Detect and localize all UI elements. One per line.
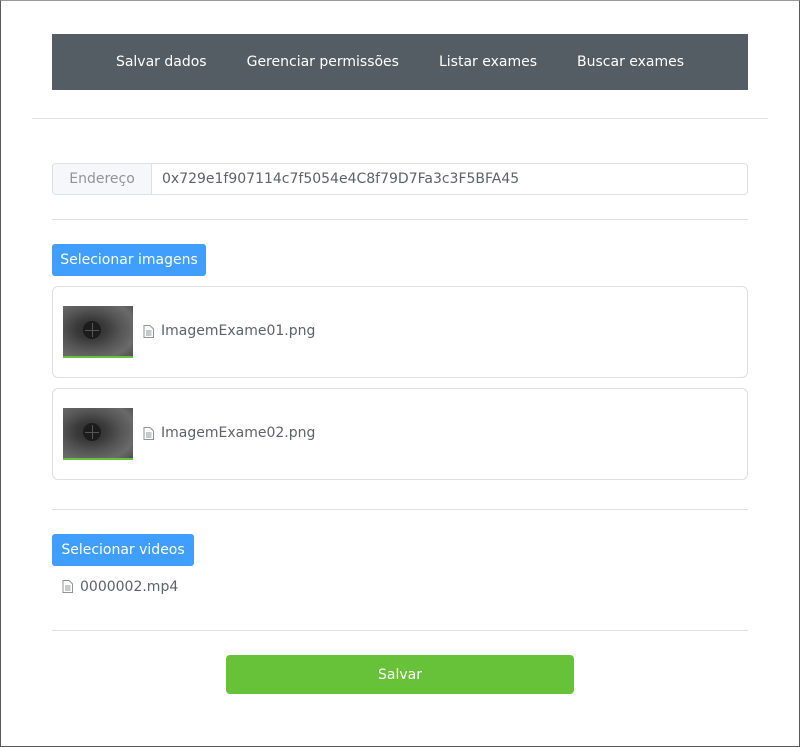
- divider: [32, 118, 768, 119]
- document-icon: [62, 580, 73, 593]
- nav-item-listar-exames[interactable]: Listar exames: [419, 34, 557, 90]
- nav-item-buscar-exames[interactable]: Buscar exames: [557, 34, 704, 90]
- upload-progress-bar: [63, 356, 133, 358]
- top-navbar: Salvar dados Gerenciar permissões Listar…: [52, 34, 748, 90]
- divider: [52, 509, 748, 510]
- select-images-button[interactable]: Selecionar imagens: [52, 244, 206, 276]
- divider: [52, 630, 748, 631]
- nav-item-gerenciar-permissoes[interactable]: Gerenciar permissões: [227, 34, 419, 90]
- image-file-name[interactable]: ImagemExame01.png: [161, 323, 315, 339]
- address-label: Endereço: [53, 164, 152, 194]
- address-input[interactable]: [152, 164, 747, 194]
- save-button[interactable]: Salvar: [226, 655, 574, 694]
- image-thumbnail: [63, 408, 133, 460]
- divider: [52, 219, 748, 220]
- video-file-name[interactable]: 0000002.mp4: [80, 579, 178, 595]
- nav-item-salvar-dados[interactable]: Salvar dados: [96, 34, 227, 90]
- page-frame: Salvar dados Gerenciar permissões Listar…: [0, 0, 800, 747]
- video-file-item: 0000002.mp4: [62, 579, 262, 595]
- select-videos-button[interactable]: Selecionar videos: [52, 534, 194, 566]
- image-file-card: ImagemExame02.png: [52, 388, 748, 480]
- upload-progress-bar: [63, 458, 133, 460]
- image-thumbnail: [63, 306, 133, 358]
- image-file-name[interactable]: ImagemExame02.png: [161, 425, 315, 441]
- document-icon: [143, 427, 154, 440]
- address-field-group: Endereço: [52, 163, 748, 195]
- document-icon: [143, 325, 154, 338]
- image-file-card: ImagemExame01.png: [52, 286, 748, 378]
